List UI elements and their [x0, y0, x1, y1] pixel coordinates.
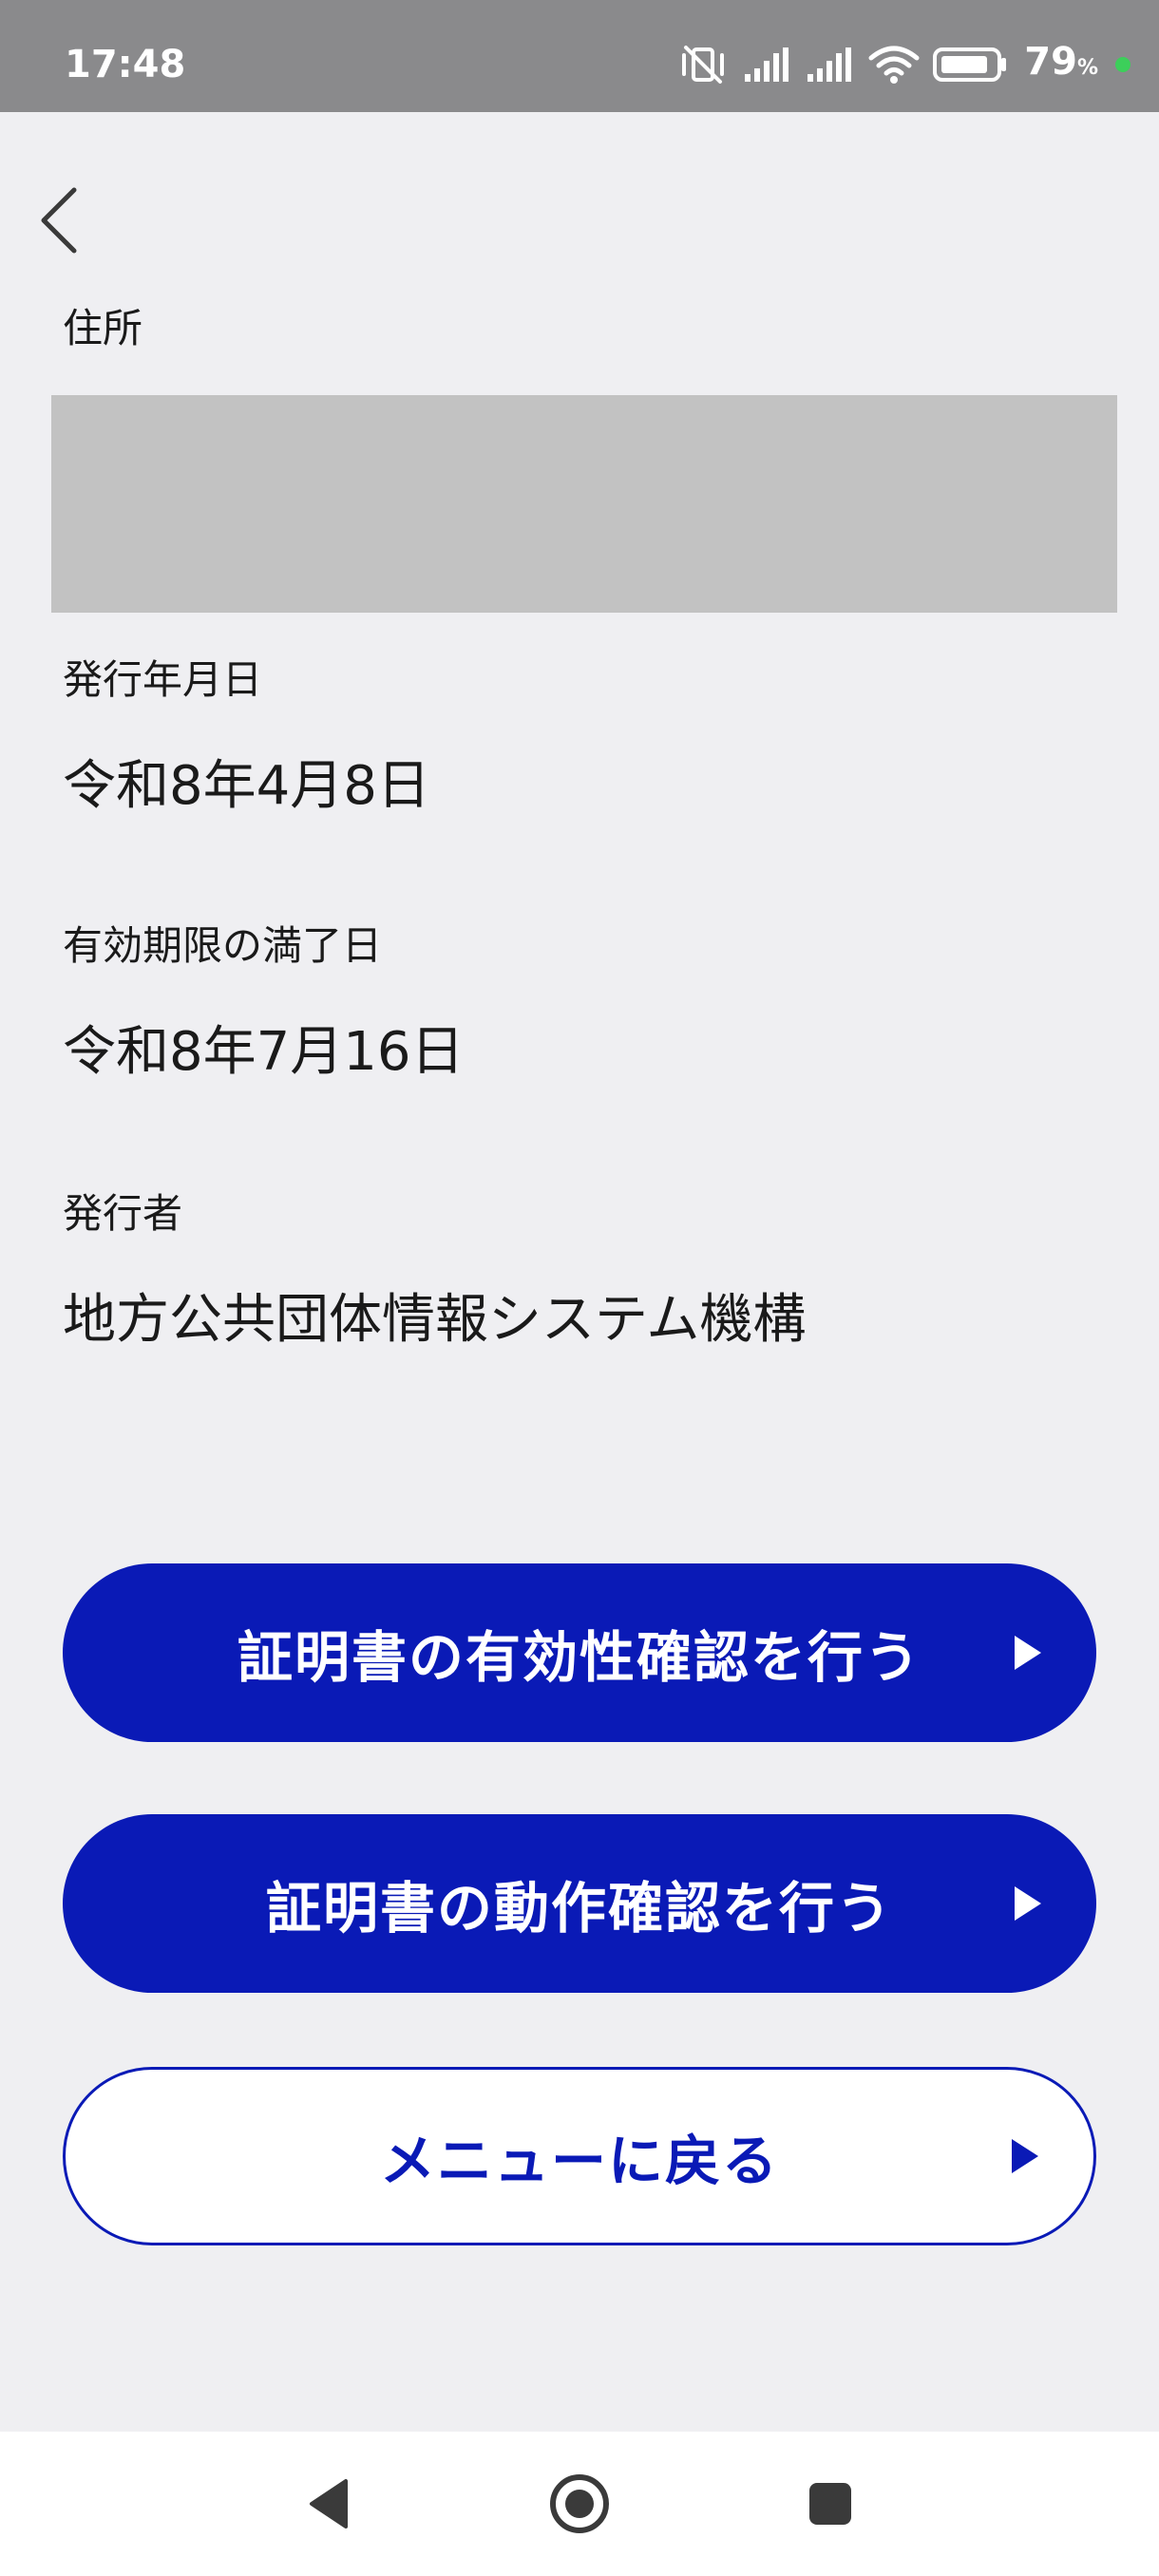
- verify-operation-button[interactable]: 証明書の動作確認を行う: [63, 1814, 1096, 1993]
- status-icons: 79%: [676, 36, 1130, 93]
- nav-home-button[interactable]: [522, 2432, 636, 2576]
- back-button[interactable]: [34, 182, 87, 258]
- verify-validity-button[interactable]: 証明書の有効性確認を行う: [63, 1563, 1096, 1742]
- issue-date-label: 発行年月日: [63, 656, 263, 703]
- nav-recents-icon: [809, 2483, 851, 2525]
- chevron-left-icon: [41, 187, 77, 254]
- status-time: 17:48: [65, 43, 186, 86]
- nav-back-button[interactable]: [272, 2432, 386, 2576]
- issuer-value: 地方公共団体情報システム機構: [63, 1289, 807, 1351]
- address-label: 住所: [63, 305, 143, 351]
- expiry-date-label: 有効期限の満了日: [63, 922, 383, 969]
- issue-date-value: 令和8年4月8日: [63, 755, 430, 817]
- vibrate-off-icon: [676, 44, 730, 85]
- back-to-menu-label: メニューに戻る: [379, 2129, 779, 2193]
- battery-icon: [933, 46, 1009, 84]
- play-arrow-icon: [1015, 1636, 1041, 1670]
- issuer-label: 発行者: [63, 1190, 183, 1237]
- expiry-date-value: 令和8年7月16日: [63, 1021, 465, 1083]
- signal-icon: [743, 46, 792, 84]
- play-arrow-icon: [1015, 1886, 1041, 1921]
- back-to-menu-button[interactable]: メニューに戻る: [63, 2067, 1096, 2245]
- verify-validity-label: 証明書の有効性確認を行う: [237, 1625, 922, 1690]
- nav-recents-button[interactable]: [773, 2432, 887, 2576]
- wifi-icon: [868, 45, 920, 85]
- battery-percent: 79%: [1024, 39, 1098, 84]
- charging-dot-icon: [1115, 57, 1130, 72]
- nav-home-icon: [550, 2474, 609, 2533]
- verify-operation-label: 証明書の動作確認を行う: [265, 1876, 893, 1941]
- play-arrow-icon: [1012, 2139, 1038, 2173]
- system-nav-bar: [0, 2432, 1159, 2576]
- signal-icon: [806, 46, 855, 84]
- nav-back-icon: [310, 2479, 348, 2529]
- address-value-redacted: [51, 395, 1117, 613]
- status-bar: 17:48 79%: [0, 0, 1159, 112]
